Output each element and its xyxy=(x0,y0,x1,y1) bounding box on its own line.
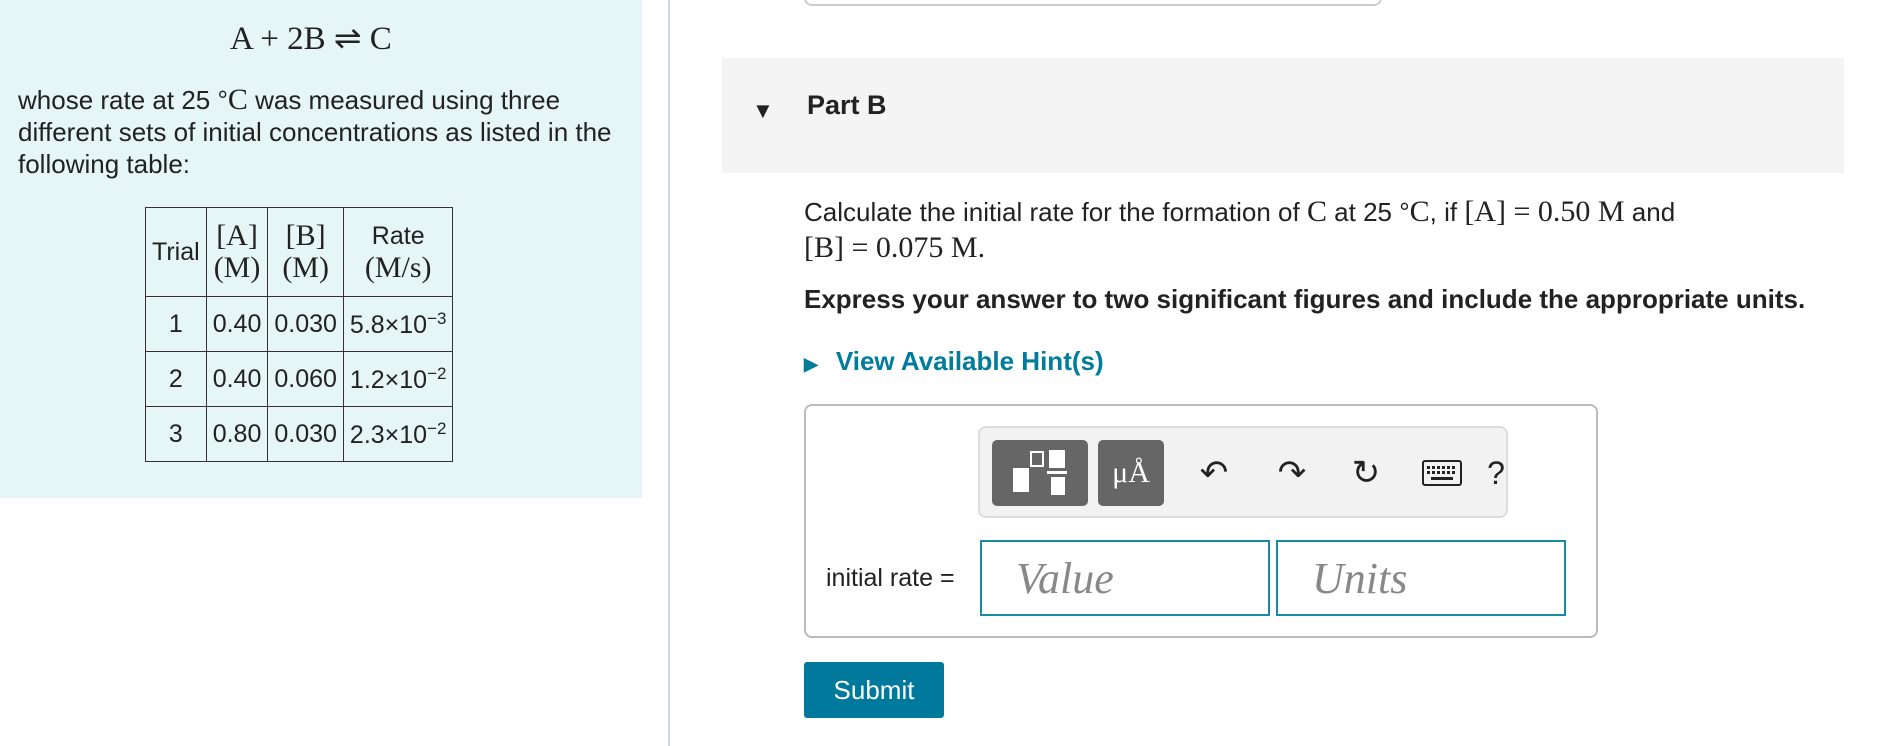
intro-text: whose rate at 25 °C was measured using t… xyxy=(18,84,628,180)
cell-rate-base: 5.8×10 xyxy=(349,310,428,339)
col-header-rate: Rate (M/s) xyxy=(342,207,454,297)
cell-b: 0.060 xyxy=(267,351,344,407)
templates-button[interactable] xyxy=(992,440,1088,506)
previous-part-box-edge xyxy=(804,0,1382,6)
math-toolbar: μÅ ↶ ↷ ↻ ? xyxy=(978,426,1508,518)
col-header-a: [A] (M) xyxy=(205,207,269,297)
intro-text-before: whose rate at 25 ° xyxy=(18,85,228,115)
cell-a: 0.40 xyxy=(205,296,269,352)
cell-rate-base: 1.2×10 xyxy=(349,365,428,394)
question-var-c: C xyxy=(1306,195,1327,228)
part-b-header[interactable]: ▼ Part B xyxy=(722,58,1844,173)
cell-rate: 5.8×10−3 xyxy=(342,296,454,352)
redo-icon[interactable]: ↷ xyxy=(1270,448,1314,498)
units-input[interactable] xyxy=(1276,540,1566,616)
cell-rate: 1.2×10−2 xyxy=(342,351,454,407)
units-button[interactable]: μÅ xyxy=(1098,440,1164,506)
cell-trial: 2 xyxy=(145,351,207,407)
table-row: 3 0.80 0.030 2.3×10−2 xyxy=(145,406,454,462)
question-text-3: , if xyxy=(1429,197,1465,227)
reaction-equation: A + 2B ⇌ C xyxy=(230,21,392,57)
answer-box: μÅ ↶ ↷ ↻ ? initial rate = xyxy=(804,404,1598,638)
col-header-a-top: [A] xyxy=(216,219,258,252)
col-header-rate-bottom: (M/s) xyxy=(364,251,432,284)
cell-a: 0.80 xyxy=(205,406,269,462)
cell-rate-exponent: −2 xyxy=(427,418,447,438)
templates-icon xyxy=(1013,450,1067,495)
cell-trial: 3 xyxy=(145,406,207,462)
caret-right-icon: ▶ xyxy=(804,354,818,374)
problem-context-panel: A + 2B ⇌ C whose rate at 25 °C was measu… xyxy=(0,0,642,498)
undo-icon[interactable]: ↶ xyxy=(1192,448,1236,498)
cell-rate-exponent: −3 xyxy=(427,308,447,328)
collapse-caret-icon[interactable]: ▼ xyxy=(752,98,774,124)
table-row: 2 0.40 0.060 1.2×10−2 xyxy=(145,351,454,407)
cell-b: 0.030 xyxy=(267,406,344,462)
table-row: 1 0.40 0.030 5.8×10−3 xyxy=(145,296,454,352)
question-b-expression: [B] = 0.075 M. xyxy=(804,231,986,264)
col-header-b-top: [B] xyxy=(285,219,326,252)
view-hints-label: View Available Hint(s) xyxy=(835,346,1104,376)
question-var-c2: C xyxy=(1409,195,1430,228)
question-text: Calculate the initial rate for the forma… xyxy=(804,194,1844,266)
col-header-trial: Trial xyxy=(145,207,207,297)
col-header-rate-top: Rate xyxy=(371,222,425,250)
question-text-1: Calculate the initial rate for the forma… xyxy=(804,197,1307,227)
cell-trial: 1 xyxy=(145,296,207,352)
reset-icon[interactable]: ↻ xyxy=(1344,448,1388,498)
view-hints-link[interactable]: ▶ View Available Hint(s) xyxy=(804,346,1104,377)
cell-rate-base: 2.3×10 xyxy=(349,420,428,449)
intro-var-c: C xyxy=(227,83,248,116)
question-text-2: at 25 ° xyxy=(1326,197,1410,227)
cell-b: 0.030 xyxy=(267,296,344,352)
value-input[interactable] xyxy=(980,540,1270,616)
part-title: Part B xyxy=(807,90,887,120)
keyboard-glyph xyxy=(1422,460,1462,486)
col-header-b-bottom: (M) xyxy=(282,251,329,284)
question-a-expression: [A] = 0.50 M xyxy=(1464,195,1625,228)
cell-rate-exponent: −2 xyxy=(427,363,447,383)
panel-divider xyxy=(668,0,670,746)
cell-rate: 2.3×10−2 xyxy=(342,406,454,462)
cell-a: 0.40 xyxy=(205,351,269,407)
question-text-4: and xyxy=(1624,197,1676,227)
submit-button[interactable]: Submit xyxy=(804,662,944,718)
rate-data-table: Trial [A] (M) [B] (M) Rate (M/s) 1 0.40 … xyxy=(145,207,454,462)
answer-instruction: Express your answer to two significant f… xyxy=(804,284,1806,314)
help-icon[interactable]: ? xyxy=(1474,448,1518,498)
col-header-b: [B] (M) xyxy=(267,207,344,297)
table-header-row: Trial [A] (M) [B] (M) Rate (M/s) xyxy=(145,207,454,297)
col-header-a-bottom: (M) xyxy=(213,251,261,284)
answer-label: initial rate = xyxy=(826,564,955,592)
keyboard-icon[interactable] xyxy=(1420,448,1464,498)
